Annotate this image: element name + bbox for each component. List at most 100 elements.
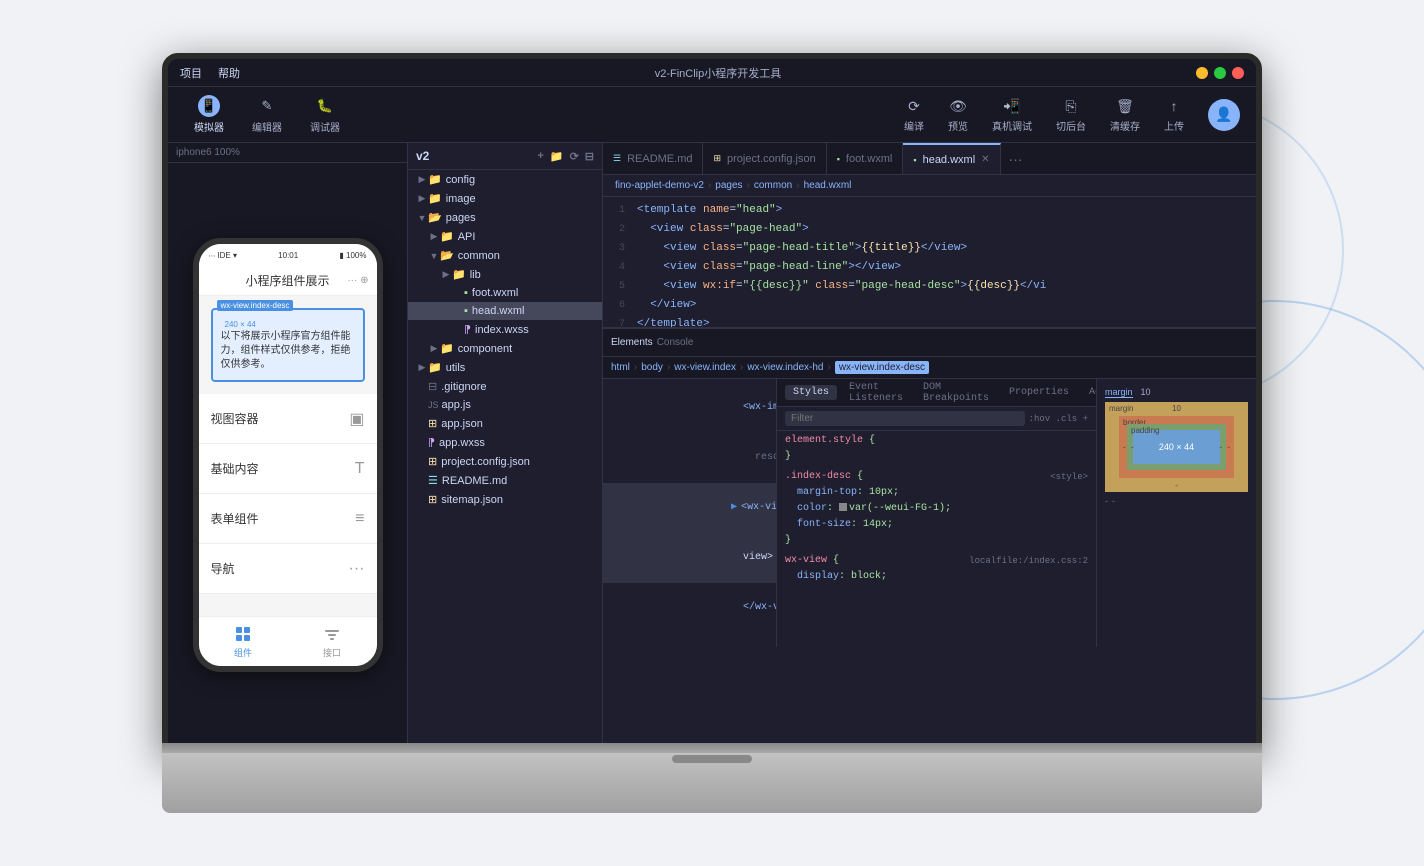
code-editor[interactable]: 1 <template name="head"> 2 <view class="… xyxy=(603,197,1256,327)
tab-accessibility[interactable]: Accessibility xyxy=(1081,385,1096,400)
ep-wx-view-index[interactable]: wx-view.index xyxy=(674,362,736,373)
tree-folder-pages[interactable]: ▼ 📂 pages xyxy=(408,208,602,227)
ep-body[interactable]: body xyxy=(641,362,663,373)
toolbar-simulator-btn[interactable]: 📱 模拟器 xyxy=(184,91,234,138)
tree-folder-image[interactable]: ▶ 📁 image xyxy=(408,189,602,208)
line-content-2: <view class="page-head"> xyxy=(633,220,1256,238)
bottom-tab-component[interactable]: 组件 xyxy=(233,624,253,659)
background-btn[interactable]: ⎘ 切后台 xyxy=(1048,92,1094,137)
pseudo-class-filter[interactable]: :hov .cls + xyxy=(1029,414,1088,424)
toolbar-debugger-btn[interactable]: 🐛 调试器 xyxy=(300,91,350,138)
file-tree-root: v2 xyxy=(416,149,429,163)
win-minimize[interactable] xyxy=(1196,67,1208,79)
bm-padding-label: padding xyxy=(1131,426,1159,435)
bc-pages: pages xyxy=(715,180,742,191)
tree-file-gitignore[interactable]: ⊟ .gitignore xyxy=(408,377,602,396)
nav-item-4[interactable]: 导航 ··· xyxy=(199,544,377,594)
win-close[interactable] xyxy=(1232,67,1244,79)
new-folder-icon[interactable]: 📁 xyxy=(550,150,564,163)
tab-properties[interactable]: Properties xyxy=(1001,385,1077,400)
preview-btn[interactable]: 👁 预览 xyxy=(940,92,976,137)
readme-icon: ☰ xyxy=(428,474,438,487)
sitemap-icon: ⊞ xyxy=(428,493,437,506)
tree-file-foot-wxml[interactable]: ▪ foot.wxml xyxy=(408,284,602,302)
tab-head-wxml[interactable]: ▪ head.wxml ✕ xyxy=(903,143,1000,174)
real-device-label: 真机调试 xyxy=(992,118,1032,133)
bottom-tab-interface[interactable]: 接口 xyxy=(322,624,342,659)
lib-chevron: ▶ xyxy=(440,269,452,280)
tree-folder-component[interactable]: ▶ 📁 component xyxy=(408,339,602,358)
compile-btn[interactable]: ⟳ 编译 xyxy=(896,92,932,137)
menu-item-project[interactable]: 项目 xyxy=(180,65,202,81)
tab-more-button[interactable]: ··· xyxy=(1001,143,1031,174)
file-tree-header-icons: + 📁 ⟳ ⊟ xyxy=(537,150,594,163)
tab-readme[interactable]: ☰ README.md xyxy=(603,143,703,174)
tree-folder-utils[interactable]: ▶ 📁 utils xyxy=(408,358,602,377)
collapse-all-icon[interactable]: ⊟ xyxy=(585,150,594,163)
readme-label: README.md xyxy=(442,475,507,487)
layout-tab[interactable]: 10 xyxy=(1141,387,1151,398)
utils-label: utils xyxy=(446,362,466,374)
nav-item-3[interactable]: 表单组件 ≡ xyxy=(199,494,377,544)
tab-event-listeners[interactable]: Event Listeners xyxy=(841,380,911,406)
tab-head-wxml-close[interactable]: ✕ xyxy=(981,154,989,165)
tree-file-app-wxss[interactable]: ⁋ app.wxss xyxy=(408,433,602,452)
tree-file-app-json[interactable]: ⊞ app.json xyxy=(408,414,602,433)
new-file-icon[interactable]: + xyxy=(537,150,543,163)
tab-foot-wxml[interactable]: ▪ foot.wxml xyxy=(827,143,904,174)
tree-file-app-js[interactable]: JS app.js xyxy=(408,396,602,414)
tree-file-sitemap[interactable]: ⊞ sitemap.json xyxy=(408,490,602,509)
ep-html[interactable]: html xyxy=(611,362,630,373)
user-avatar[interactable]: 👤 xyxy=(1208,99,1240,131)
app-json-label: app.json xyxy=(441,418,483,430)
tree-file-index-wxss[interactable]: ⁋ index.wxss xyxy=(408,320,602,339)
background-icon: ⎘ xyxy=(1061,96,1081,116)
tree-file-head-wxml[interactable]: ▪ head.wxml xyxy=(408,302,602,320)
tree-folder-lib[interactable]: ▶ 📁 lib xyxy=(408,265,602,284)
clear-cache-btn[interactable]: 🗑 清缓存 xyxy=(1102,92,1148,137)
console-label[interactable]: Console xyxy=(657,337,694,348)
config-folder-icon: 📁 xyxy=(428,173,442,186)
code-line-5: 5 <view wx:if="{{desc}}" class="page-hea… xyxy=(603,277,1256,296)
nav-item-2[interactable]: 基础内容 T xyxy=(199,444,377,494)
upload-icon: ↑ xyxy=(1164,96,1184,116)
selected-indicator: ▶ xyxy=(731,502,737,513)
filter-input[interactable] xyxy=(785,411,1025,426)
bc-root: fino-applet-demo-v2 xyxy=(615,180,704,191)
bc-sep-3: › xyxy=(796,180,799,191)
tab-readme-label: README.md xyxy=(627,153,692,165)
window-controls xyxy=(1196,67,1244,79)
win-maximize[interactable] xyxy=(1214,67,1226,79)
ep-wx-view-index-hd[interactable]: wx-view.index-hd xyxy=(747,362,823,373)
selected-element: wx-view.index-desc 240 × 44 以下将展示小程序官方组件… xyxy=(211,308,365,382)
toolbar-editor-btn[interactable]: ✎ 编辑器 xyxy=(242,91,292,138)
file-tree-panel: v2 + 📁 ⟳ ⊟ ▶ 📁 config xyxy=(408,143,603,747)
dom-line-6: ▶<wx-view class="index-bd">_</wx-view> xyxy=(603,633,776,647)
upload-btn[interactable]: ↑ 上传 xyxy=(1156,92,1192,137)
nav-item-1[interactable]: 视图容器 ▣ xyxy=(199,394,377,444)
laptop-notch xyxy=(672,755,752,763)
devtools-dom-tree[interactable]: <wx-image class="index-logo" src="../res… xyxy=(603,379,776,647)
tree-file-readme[interactable]: ☰ README.md xyxy=(408,471,602,490)
computed-tab[interactable]: margin xyxy=(1105,387,1133,398)
editor-tabs: ☰ README.md ⊞ project.config.json ▪ foot… xyxy=(603,143,1256,175)
real-device-btn[interactable]: 📲 真机调试 xyxy=(984,92,1040,137)
dom-line-3[interactable]: ▶<wx-view class="index-desc">以下将展示小程序官方组… xyxy=(603,483,776,533)
project-config-label: project.config.json xyxy=(441,456,530,468)
menu-item-help[interactable]: 帮助 xyxy=(218,65,240,81)
foot-wxml-label: foot.wxml xyxy=(472,287,518,299)
tab-project-config[interactable]: ⊞ project.config.json xyxy=(703,143,826,174)
tab-styles[interactable]: Styles xyxy=(785,385,837,400)
elements-label[interactable]: Elements xyxy=(611,337,653,348)
phone-title-more[interactable]: ··· ⊕ xyxy=(347,275,368,286)
tree-folder-common[interactable]: ▼ 📂 common xyxy=(408,246,602,265)
refresh-icon[interactable]: ⟳ xyxy=(570,150,579,163)
interface-tab-icon xyxy=(322,624,342,644)
ep-wx-view-index-desc[interactable]: wx-view.index-desc xyxy=(835,361,929,374)
wx-view-source[interactable]: localfile:/index.css:2 xyxy=(969,553,1088,569)
dom-line-5: </wx-view> xyxy=(603,583,776,633)
tab-dom-breakpoints[interactable]: DOM Breakpoints xyxy=(915,380,997,406)
tree-folder-config[interactable]: ▶ 📁 config xyxy=(408,170,602,189)
tree-folder-api[interactable]: ▶ 📁 API xyxy=(408,227,602,246)
tree-file-project-config[interactable]: ⊞ project.config.json xyxy=(408,452,602,471)
